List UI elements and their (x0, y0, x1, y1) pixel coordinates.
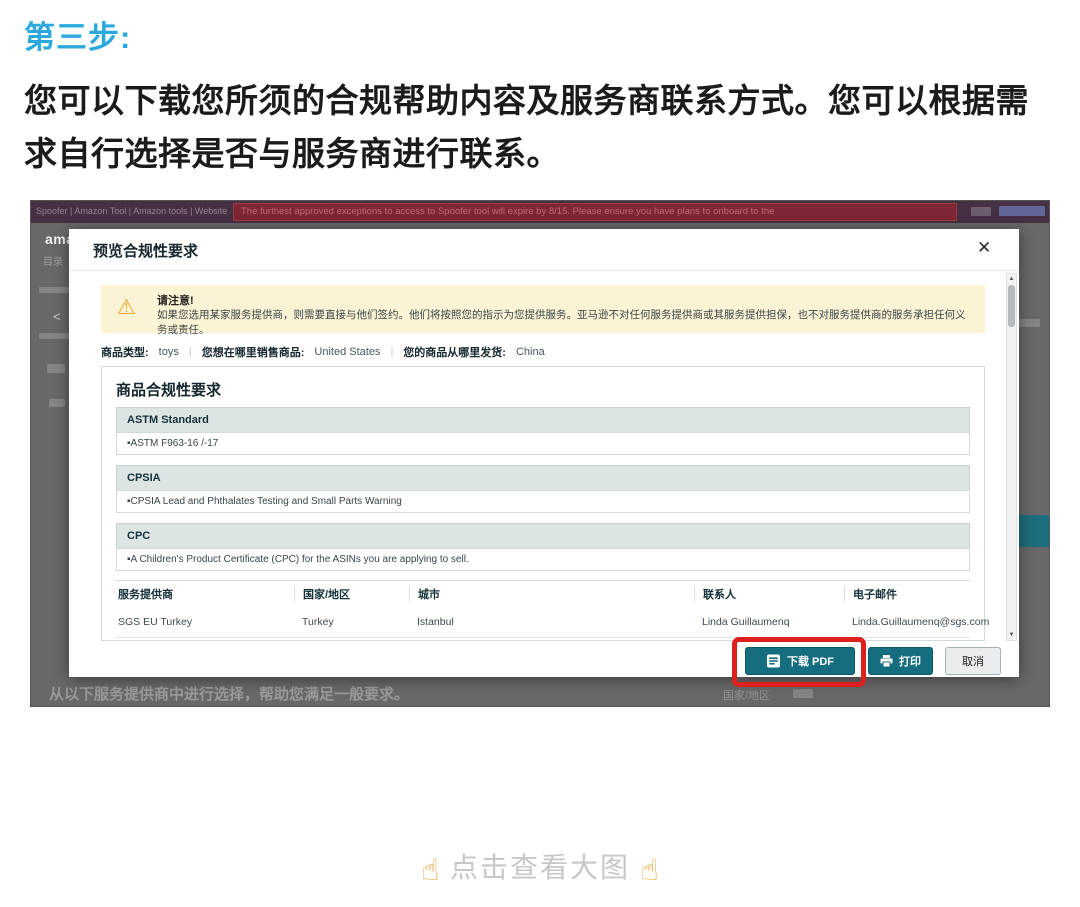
product-type-value: toys (159, 346, 179, 358)
background-region-label: 国家/地区 (723, 687, 770, 703)
topbar-link-chip (999, 206, 1045, 216)
provider-country: Turkey (294, 616, 409, 628)
compliance-preview-modal: 预览合规性要求 ✕ ⚠ 请注意! 如果您选用某家服务提供商，则需要直接与他们签约… (69, 229, 1019, 677)
cancel-label: 取消 (962, 653, 984, 669)
provider-city: Istanbul (409, 616, 694, 628)
warning-box: ⚠ 请注意! 如果您选用某家服务提供商，则需要直接与他们签约。他们将按照您的指示… (101, 285, 985, 333)
cancel-button[interactable]: 取消 (945, 647, 1001, 675)
requirement-cpc: CPC ▪A Children's Product Certificate (C… (116, 523, 970, 571)
sidebar-blur-3 (47, 364, 65, 373)
scroll-down-icon[interactable]: ▼ (1007, 630, 1016, 640)
requirements-section-title: 商品合规性要求 (116, 379, 221, 400)
step-title: 第三步: (24, 12, 131, 57)
product-type-label: 商品类型: (101, 344, 149, 360)
table-row: SGS EU Turkey Turkey Istanbul Linda Guil… (116, 606, 970, 638)
sell-where-value: United States (314, 346, 380, 358)
requirement-body: ▪ASTM F963-16 /-17 (116, 432, 970, 455)
print-button[interactable]: 打印 (868, 647, 933, 675)
warning-body: 如果您选用某家服务提供商，则需要直接与他们签约。他们将按照您的指示为您提供服务。… (157, 307, 969, 337)
requirement-header: ASTM Standard (116, 407, 970, 432)
ship-from-value: China (516, 346, 545, 358)
caption: ☝ 点击查看大图 ☝ (0, 846, 1080, 888)
requirement-body: ▪A Children's Product Certificate (CPC) … (116, 548, 970, 571)
provider-email: Linda.Guillaumenq@sgs.com (844, 616, 970, 628)
table-header-row: 服务提供商 国家/地区 城市 联系人 电子邮件 (116, 580, 970, 606)
provider-contact: Linda Guillaumenq (694, 616, 844, 628)
sell-where-label: 您想在哪里销售商品: (202, 344, 305, 360)
back-chevron-icon[interactable]: < (53, 309, 61, 324)
step-description: 您可以下载您所须的合规帮助内容及服务商联系方式。您可以根据需求自行选择是否与服务… (24, 74, 1038, 181)
providers-table: 服务提供商 国家/地区 城市 联系人 电子邮件 SGS EU Turkey Tu… (116, 580, 970, 638)
download-pdf-label: 下载 PDF (787, 653, 834, 669)
pointing-up-hand-icon: ☝ (421, 854, 439, 887)
warning-triangle-icon: ⚠ (117, 297, 136, 318)
expiry-warning-banner: The furthest approved exceptions to acce… (233, 203, 957, 221)
sidebar-item-catalog[interactable]: 目录 (43, 253, 63, 268)
provider-name: SGS EU Turkey (116, 616, 294, 628)
modal-scrollbar[interactable]: ▲ ▼ (1006, 273, 1017, 641)
printer-icon (880, 655, 893, 667)
col-provider: 服务提供商 (116, 586, 294, 602)
warning-title: 请注意! (157, 292, 194, 308)
caption-text[interactable]: 点击查看大图 (444, 852, 636, 883)
scrollbar-thumb[interactable] (1008, 285, 1015, 327)
background-teal-button (1019, 515, 1050, 547)
print-label: 打印 (899, 653, 921, 669)
col-contact: 联系人 (694, 586, 844, 602)
col-country: 国家/地区 (294, 586, 409, 602)
product-info-row: 商品类型: toys | 您想在哪里销售商品: United States | … (101, 344, 545, 360)
modal-header (69, 229, 1019, 271)
pdf-file-icon (766, 654, 781, 668)
col-email: 电子邮件 (844, 586, 970, 602)
modal-title: 预览合规性要求 (93, 240, 198, 261)
topbar-breadcrumb: Spoofer | Amazon Tool | Amazon tools | W… (36, 206, 227, 216)
divider: | (189, 346, 192, 358)
divider: | (390, 346, 393, 358)
requirement-astm: ASTM Standard ▪ASTM F963-16 /-17 (116, 407, 970, 455)
ship-from-label: 您的商品从哪里发货: (403, 344, 506, 360)
background-city-blur (793, 689, 813, 698)
requirement-header: CPC (116, 523, 970, 548)
topbar-help-chip (971, 207, 991, 216)
requirements-panel: 商品合规性要求 ASTM Standard ▪ASTM F963-16 /-17… (101, 366, 985, 641)
pointing-up-hand-icon: ☝ (640, 854, 658, 887)
requirement-header: CPSIA (116, 465, 970, 490)
close-icon[interactable]: ✕ (977, 238, 991, 258)
browser-topbar: Spoofer | Amazon Tool | Amazon tools | W… (31, 201, 1050, 223)
screenshot-frame: Spoofer | Amazon Tool | Amazon tools | W… (30, 200, 1050, 707)
requirement-cpsia: CPSIA ▪CPSIA Lead and Phthalates Testing… (116, 465, 970, 513)
sidebar-blur-4 (49, 399, 65, 407)
background-helper-text: 从以下服务提供商中进行选择，帮助您满足一般要求。 (49, 683, 409, 704)
scroll-up-icon[interactable]: ▲ (1007, 274, 1016, 284)
col-city: 城市 (409, 586, 694, 602)
requirement-body: ▪CPSIA Lead and Phthalates Testing and S… (116, 490, 970, 513)
download-pdf-button[interactable]: 下载 PDF (745, 647, 855, 675)
